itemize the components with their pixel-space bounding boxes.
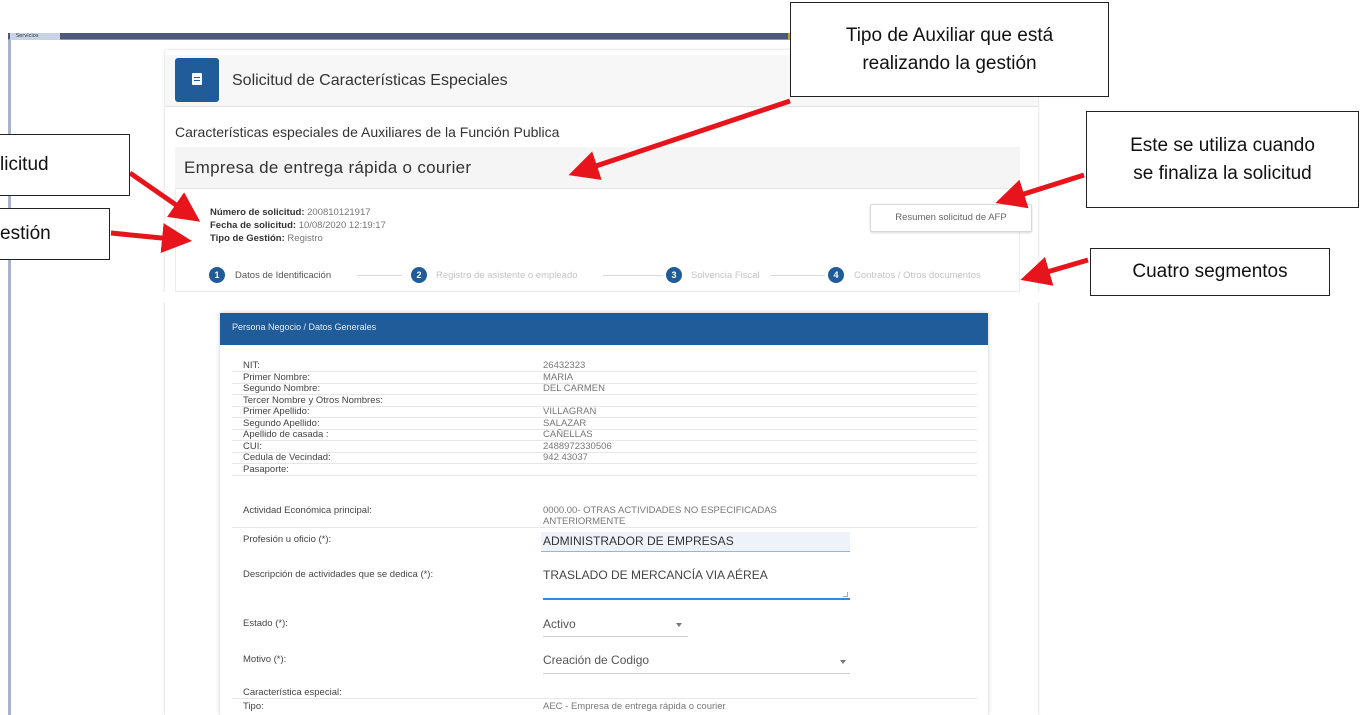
arrow-to-management-type xyxy=(110,223,192,253)
callout-tipo-auxiliar-line-1: Tipo de Auxiliar que está xyxy=(845,24,1054,46)
arrow-to-fourth-step xyxy=(1020,256,1089,286)
callout-cuatro-segmentos: Cuatro segmentos xyxy=(1090,248,1330,296)
arrow-to-resumen-button xyxy=(995,172,1085,209)
arrow-to-request-number xyxy=(128,170,201,222)
callout-finaliza-line-2: se finaliza la solicitud xyxy=(1133,162,1312,184)
callout-finaliza-line-1: Este se utiliza cuando xyxy=(1130,134,1315,156)
callout-finaliza-solicitud: Este se utiliza cuando se finaliza la so… xyxy=(1086,111,1359,208)
callout-tipo-auxiliar: Tipo de Auxiliar que está realizando la … xyxy=(790,2,1109,97)
arrow-to-auxiliary-type xyxy=(568,98,791,180)
callout-solicitud: licitud xyxy=(0,134,130,196)
callout-gestion: estión xyxy=(0,208,110,260)
annotation-arrows xyxy=(110,98,1089,286)
callout-tipo-auxiliar-line-2: realizando la gestión xyxy=(862,52,1037,74)
